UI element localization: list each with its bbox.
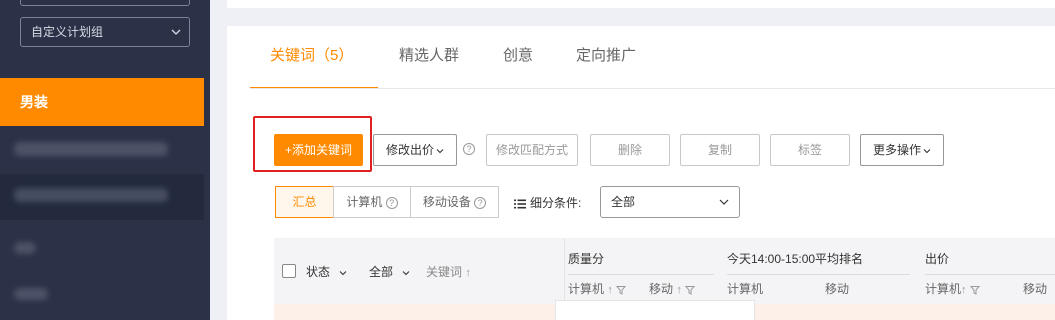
help-icon[interactable]: ? [463,143,475,155]
divider [925,274,1055,275]
filter-funnel-icon[interactable] [685,285,696,295]
sidebar-item-blurred[interactable] [14,288,48,300]
bid-computer-label: 计算机 [925,282,962,296]
keyword-column-header[interactable]: 关键词 ↑ [426,263,471,280]
bid-mobile-header[interactable]: 移动 [1023,280,1047,297]
status-filter[interactable]: 状态 [306,263,347,280]
plan-group-select-value: 自定义计划组 [31,25,104,39]
sort-asc-icon: ↑ [607,284,613,296]
add-keyword-button[interactable]: +添加关键词 [274,134,363,166]
all-header: 全部 [369,265,394,279]
dropdown-popup[interactable] [555,300,755,320]
copy-button[interactable]: 复制 [680,134,760,166]
keyword-header: 关键词 [426,265,463,279]
sidebar-item-blurred[interactable] [0,126,204,174]
bid-computer-header[interactable]: 计算机↑ [925,280,980,297]
quality-mobile-header[interactable]: 移动 ↑ [649,280,696,297]
device-tab-mobile[interactable]: 移动设备 ? [410,186,499,218]
divider [727,274,910,275]
chevron-down-icon [171,29,181,35]
avg-rank-computer-header[interactable]: 计算机 [727,280,763,297]
select-all-checkbox[interactable] [282,264,296,278]
device-tab-label: 计算机 [346,195,383,209]
divider [250,88,1055,89]
sort-asc-icon: ↑ [465,267,471,279]
device-tab-label: 移动设备 [422,195,471,209]
table-header: 状态 全部 关键词 ↑ 质量分 计算机 ↑ 移动 ↑ 今天14:00-15:00… [274,238,1055,304]
tab-keywords[interactable]: 关键词（5） [270,40,353,88]
top-panel [227,0,1055,8]
filter-select[interactable]: 全部 [600,186,740,218]
chevron-down-icon [402,270,410,276]
chevron-down-icon [339,270,347,276]
filter-funnel-icon[interactable] [616,285,627,295]
bid-header: 出价 [925,252,950,266]
more-actions-label: 更多操作 [872,143,921,157]
divider [568,274,714,275]
status-header: 状态 [306,265,331,279]
tab-audience[interactable]: 精选人群 [399,40,459,88]
filter-funnel-icon[interactable] [969,285,980,295]
chevron-down-icon [436,148,444,154]
sidebar-item-blurred[interactable] [14,242,36,254]
modify-match-button[interactable]: 修改匹配方式 [486,134,578,166]
device-tab-computer[interactable]: 计算机 ? [333,186,411,218]
filter-select-value: 全部 [611,195,636,209]
tab-creative[interactable]: 创意 [503,40,533,88]
sidebar-item-menswear[interactable]: 男装 [0,78,204,126]
chevron-down-icon [923,148,931,154]
quality-computer-label: 计算机 [568,282,605,296]
sidebar-item-label: 男装 [20,94,48,110]
more-actions-button[interactable]: 更多操作 [860,134,944,166]
list-icon [514,199,526,209]
sidebar-item-blurred[interactable] [0,174,204,220]
help-icon: ? [385,196,398,209]
sidebar: 自定义计划组 男装 [0,0,210,320]
modify-bid-label: 修改出价 [385,143,434,157]
quality-mobile-label: 移动 [649,282,674,296]
plan-group-select[interactable]: 自定义计划组 [20,17,190,47]
avg-rank-mobile-header[interactable]: 移动 [825,280,849,297]
filter-label-text: 细分条件: [530,196,582,210]
tab-targeting[interactable]: 定向推广 [576,40,636,88]
all-filter[interactable]: 全部 [369,263,410,280]
chevron-down-icon [719,199,729,205]
sort-asc-icon: ↑ [676,284,682,296]
main-panel: 关键词（5） 精选人群 创意 定向推广 +添加关键词 修改出价 ? 修改匹配方式… [227,26,1055,320]
avg-rank-header: 今天14:00-15:00平均排名 [727,252,864,266]
divider [564,238,565,304]
tag-button[interactable]: 标签 [770,134,850,166]
help-icon: ? [474,196,487,209]
delete-button[interactable]: 删除 [590,134,670,166]
sort-asc-icon: ↑ [961,284,967,296]
filter-label: 细分条件: [514,194,581,211]
plan-select-top[interactable] [20,0,190,6]
quality-computer-header[interactable]: 计算机 ↑ [568,280,627,297]
quality-score-header: 质量分 [568,252,605,266]
modify-bid-button[interactable]: 修改出价 [373,134,457,166]
device-tab-summary[interactable]: 汇总 [275,186,334,218]
